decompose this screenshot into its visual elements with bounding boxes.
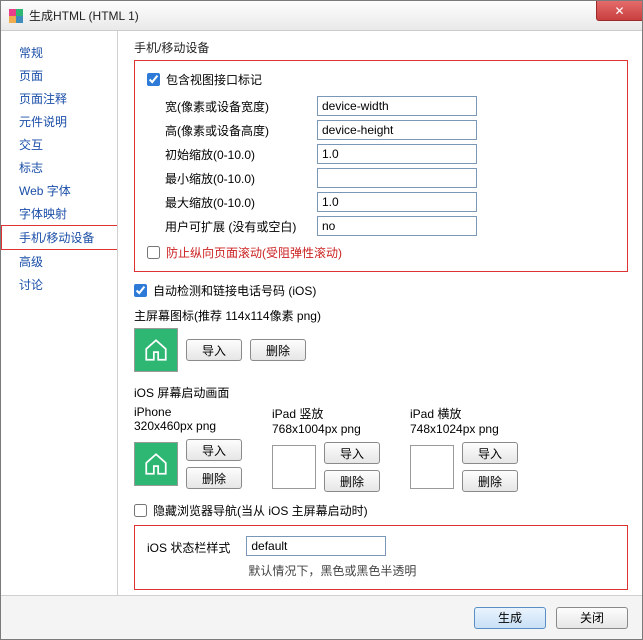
splash-import-button[interactable]: 导入 bbox=[324, 442, 380, 464]
viewport-row: 最小缩放(0-10.0) bbox=[147, 168, 615, 188]
dialog-body: 常规页面页面注释元件说明交互标志Web 字体字体映射手机/移动设备高级讨论 手机… bbox=[1, 31, 642, 595]
splash-name: iPad 竖放 bbox=[272, 405, 380, 422]
splash-title: iOS 屏幕启动画面 bbox=[134, 384, 628, 401]
splash-column: iPad 横放748x1024px png 导入删除 bbox=[410, 405, 518, 492]
viewport-row: 初始缩放(0-10.0) bbox=[147, 144, 615, 164]
splash-thumbnail[interactable] bbox=[410, 445, 454, 489]
section-title: 手机/移动设备 bbox=[134, 39, 628, 56]
splash-row: iPhone320x460px png导入删除iPad 竖放768x1004px… bbox=[134, 405, 628, 492]
prevent-scroll-label: 防止纵向页面滚动(受阻弹性滚动) bbox=[166, 244, 342, 261]
sidebar-item[interactable]: 手机/移动设备 bbox=[1, 225, 118, 250]
viewport-row: 宽(像素或设备宽度) bbox=[147, 96, 615, 116]
home-icon-import-button[interactable]: 导入 bbox=[186, 339, 242, 361]
sidebar-item[interactable]: 页面 bbox=[1, 64, 117, 87]
splash-thumbnail[interactable] bbox=[134, 442, 178, 486]
statusbar-hint: 默认情况下，黑色或黑色半透明 bbox=[246, 562, 416, 579]
include-viewport-checkbox[interactable] bbox=[147, 73, 160, 86]
splash-column: iPhone320x460px png 导入删除 bbox=[134, 405, 242, 492]
viewport-row: 最大缩放(0-10.0) bbox=[147, 192, 615, 212]
generate-button[interactable]: 生成 bbox=[474, 607, 546, 629]
home-icon-thumbnail[interactable] bbox=[134, 328, 178, 372]
prevent-scroll-checkbox[interactable] bbox=[147, 246, 160, 259]
viewport-row-input[interactable] bbox=[317, 120, 477, 140]
splash-thumb-group: 导入删除 bbox=[410, 442, 518, 492]
close-icon: ✕ bbox=[614, 4, 624, 18]
hide-nav-checkbox[interactable] bbox=[134, 504, 147, 517]
splash-dim: 748x1024px png bbox=[410, 422, 518, 436]
sidebar: 常规页面页面注释元件说明交互标志Web 字体字体映射手机/移动设备高级讨论 bbox=[1, 31, 117, 595]
titlebar: 生成HTML (HTML 1) ✕ bbox=[1, 1, 642, 31]
statusbar-group: iOS 状态栏样式 默认情况下，黑色或黑色半透明 bbox=[134, 525, 628, 590]
splash-dim: 320x460px png bbox=[134, 419, 242, 433]
viewport-row: 高(像素或设备高度) bbox=[147, 120, 615, 140]
house-icon bbox=[143, 451, 169, 477]
close-window-button[interactable]: ✕ bbox=[596, 1, 642, 21]
sidebar-item[interactable]: 交互 bbox=[1, 133, 117, 156]
house-icon bbox=[143, 337, 169, 363]
include-viewport-label: 包含视图接口标记 bbox=[166, 71, 262, 88]
viewport-row-input[interactable] bbox=[317, 168, 477, 188]
viewport-row-label: 用户可扩展 (没有或空白) bbox=[147, 218, 317, 235]
sidebar-item[interactable]: 常规 bbox=[1, 41, 117, 64]
viewport-row-label: 高(像素或设备高度) bbox=[147, 122, 317, 139]
splash-column: iPad 竖放768x1004px png 导入删除 bbox=[272, 405, 380, 492]
sidebar-item[interactable]: 标志 bbox=[1, 156, 117, 179]
splash-delete-button[interactable]: 删除 bbox=[186, 467, 242, 489]
auto-detect-phone-checkbox[interactable] bbox=[134, 284, 147, 297]
splash-import-button[interactable]: 导入 bbox=[462, 442, 518, 464]
close-button[interactable]: 关闭 bbox=[556, 607, 628, 629]
viewport-row-input[interactable] bbox=[317, 144, 477, 164]
window-title: 生成HTML (HTML 1) bbox=[29, 7, 139, 24]
statusbar-label: iOS 状态栏样式 bbox=[147, 536, 230, 556]
auto-detect-phone-label: 自动检测和链接电话号码 (iOS) bbox=[153, 282, 316, 299]
dialog-window: 生成HTML (HTML 1) ✕ 常规页面页面注释元件说明交互标志Web 字体… bbox=[0, 0, 643, 640]
splash-delete-button[interactable]: 删除 bbox=[462, 470, 518, 492]
viewport-group: 包含视图接口标记 宽(像素或设备宽度) 高(像素或设备高度) 初始缩放(0-10.0… bbox=[134, 60, 628, 272]
viewport-row-label: 最大缩放(0-10.0) bbox=[147, 194, 317, 211]
viewport-row-label: 宽(像素或设备宽度) bbox=[147, 98, 317, 115]
viewport-row-input[interactable] bbox=[317, 96, 477, 116]
sidebar-item[interactable]: 元件说明 bbox=[1, 110, 117, 133]
statusbar-input[interactable] bbox=[246, 536, 386, 556]
sidebar-item[interactable]: 高级 bbox=[1, 250, 117, 273]
splash-name: iPad 横放 bbox=[410, 405, 518, 422]
hide-nav-label: 隐藏浏览器导航(当从 iOS 主屏幕启动时) bbox=[153, 502, 368, 519]
viewport-row-label: 初始缩放(0-10.0) bbox=[147, 146, 317, 163]
sidebar-item[interactable]: Web 字体 bbox=[1, 179, 117, 202]
sidebar-item[interactable]: 字体映射 bbox=[1, 202, 117, 225]
viewport-row-input[interactable] bbox=[317, 216, 477, 236]
viewport-row-label: 最小缩放(0-10.0) bbox=[147, 170, 317, 187]
splash-thumbnail[interactable] bbox=[272, 445, 316, 489]
content-pane: 手机/移动设备 包含视图接口标记 宽(像素或设备宽度) 高(像素或设备高度) 初始缩… bbox=[117, 31, 642, 595]
home-icon-label: 主屏幕图标(推荐 114x114像素 png) bbox=[134, 307, 628, 324]
app-icon bbox=[9, 9, 23, 23]
home-icon-group: 导入 删除 bbox=[134, 328, 628, 372]
splash-import-button[interactable]: 导入 bbox=[186, 439, 242, 461]
viewport-row: 用户可扩展 (没有或空白) bbox=[147, 216, 615, 236]
sidebar-item[interactable]: 讨论 bbox=[1, 273, 117, 296]
dialog-footer: 生成 关闭 bbox=[1, 595, 642, 639]
splash-dim: 768x1004px png bbox=[272, 422, 380, 436]
splash-thumb-group: 导入删除 bbox=[272, 442, 380, 492]
splash-name: iPhone bbox=[134, 405, 242, 419]
splash-thumb-group: 导入删除 bbox=[134, 439, 242, 489]
viewport-row-input[interactable] bbox=[317, 192, 477, 212]
home-icon-delete-button[interactable]: 删除 bbox=[250, 339, 306, 361]
splash-delete-button[interactable]: 删除 bbox=[324, 470, 380, 492]
sidebar-item[interactable]: 页面注释 bbox=[1, 87, 117, 110]
